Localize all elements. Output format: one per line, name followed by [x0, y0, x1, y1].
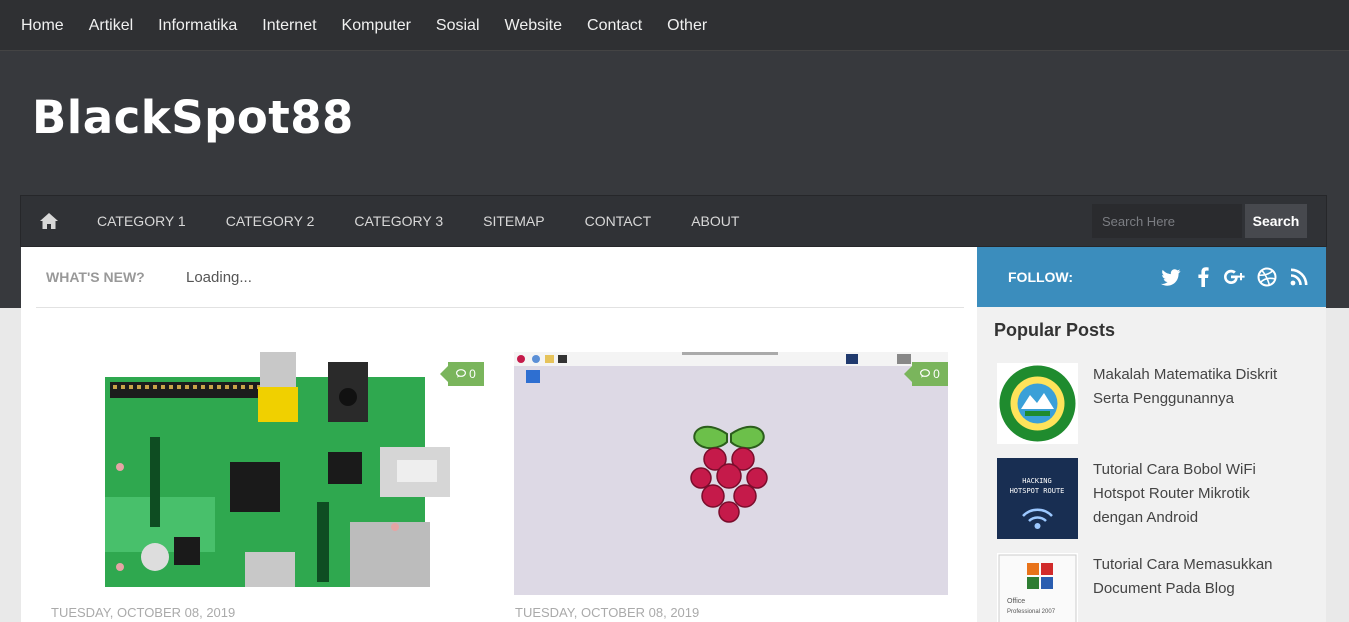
news-ticker: WHAT'S NEW? Loading...	[36, 247, 964, 308]
popular-post-thumbnail[interactable]: Office Professional 2007	[997, 553, 1078, 622]
ticker-text[interactable]: Loading...	[186, 269, 252, 286]
top-nav-internet[interactable]: Internet	[262, 17, 316, 35]
svg-text:Professional 2007: Professional 2007	[1007, 609, 1056, 615]
nav-about[interactable]: ABOUT	[691, 213, 739, 229]
search-input[interactable]	[1092, 204, 1242, 238]
popular-posts-title: Popular Posts	[994, 320, 1116, 340]
comment-count: 0	[469, 367, 476, 381]
top-nav-list: Home Artikel Informatika Internet Komput…	[0, 0, 1349, 51]
main-navigation: CATEGORY 1 CATEGORY 2 CATEGORY 3 SITEMAP…	[20, 195, 1327, 247]
top-nav-sosial[interactable]: Sosial	[436, 17, 480, 35]
follow-label: FOLLOW:	[1008, 269, 1074, 285]
post-thumbnail-raspberry-desktop[interactable]: 0	[514, 352, 948, 595]
sidebar: FOLLOW: Popular Posts Makalah Matematika…	[977, 247, 1326, 622]
top-nav-contact[interactable]: Contact	[587, 17, 642, 35]
dribbble-icon[interactable]	[1256, 266, 1278, 288]
twitter-icon[interactable]	[1160, 266, 1182, 288]
nav-contact[interactable]: CONTACT	[585, 213, 652, 229]
top-navigation-bar: Home Artikel Informatika Internet Komput…	[0, 0, 1349, 51]
post-thumbnail-raspberry-board[interactable]: 0	[50, 352, 484, 595]
svg-text:HACKING: HACKING	[1022, 477, 1052, 485]
comment-icon	[920, 367, 931, 381]
rss-icon[interactable]	[1288, 266, 1310, 288]
search-button[interactable]: Search	[1245, 204, 1307, 238]
top-nav-komputer[interactable]: Komputer	[342, 17, 411, 35]
svg-text:HOTSPOT ROUTE: HOTSPOT ROUTE	[1010, 487, 1065, 495]
popular-post-title[interactable]: Makalah Matematika Diskrit Serta Penggun…	[1093, 363, 1303, 411]
comment-count: 0	[933, 367, 940, 381]
svg-text:Office: Office	[1007, 598, 1025, 605]
popular-post-thumbnail[interactable]	[997, 363, 1078, 444]
popular-post-item[interactable]: Makalah Matematika Diskrit Serta Penggun…	[997, 363, 1317, 449]
comment-count-badge[interactable]: 0	[904, 362, 948, 386]
popular-post-item[interactable]: HACKING HOTSPOT ROUTE Tutorial Cara Bobo…	[997, 458, 1317, 544]
main-content: WHAT'S NEW? Loading... 0 TUESDAY, OCTOBE…	[21, 247, 977, 622]
top-nav-home[interactable]: Home	[21, 17, 64, 35]
google-plus-icon[interactable]	[1224, 266, 1246, 288]
popular-post-thumbnail[interactable]: HACKING HOTSPOT ROUTE	[997, 458, 1078, 539]
nav-category-3[interactable]: CATEGORY 3	[354, 213, 443, 229]
nav-sitemap[interactable]: SITEMAP	[483, 213, 544, 229]
top-nav-artikel[interactable]: Artikel	[89, 17, 133, 35]
follow-bar: FOLLOW:	[977, 247, 1326, 307]
post-date: TUESDAY, OCTOBER 08, 2019	[515, 605, 700, 620]
top-nav-other[interactable]: Other	[667, 17, 707, 35]
home-icon[interactable]	[39, 212, 59, 230]
nav-category-1[interactable]: CATEGORY 1	[97, 213, 186, 229]
comment-icon	[456, 367, 467, 381]
popular-post-item[interactable]: Office Professional 2007 Tutorial Cara M…	[997, 553, 1317, 622]
popular-post-title[interactable]: Tutorial Cara Memasukkan Document Pada B…	[1093, 553, 1303, 601]
social-icons	[1160, 266, 1310, 288]
nav-category-2[interactable]: CATEGORY 2	[226, 213, 315, 229]
top-nav-website[interactable]: Website	[505, 17, 563, 35]
comment-count-badge[interactable]: 0	[440, 362, 484, 386]
site-title[interactable]: BlackSpot88	[32, 91, 354, 144]
facebook-icon[interactable]	[1192, 266, 1214, 288]
ticker-label: WHAT'S NEW?	[46, 269, 145, 285]
top-nav-informatika[interactable]: Informatika	[158, 17, 237, 35]
category-links: CATEGORY 1 CATEGORY 2 CATEGORY 3 SITEMAP…	[97, 196, 779, 246]
post-date: TUESDAY, OCTOBER 08, 2019	[51, 605, 236, 620]
popular-post-title[interactable]: Tutorial Cara Bobol WiFi Hotspot Router …	[1093, 458, 1303, 530]
